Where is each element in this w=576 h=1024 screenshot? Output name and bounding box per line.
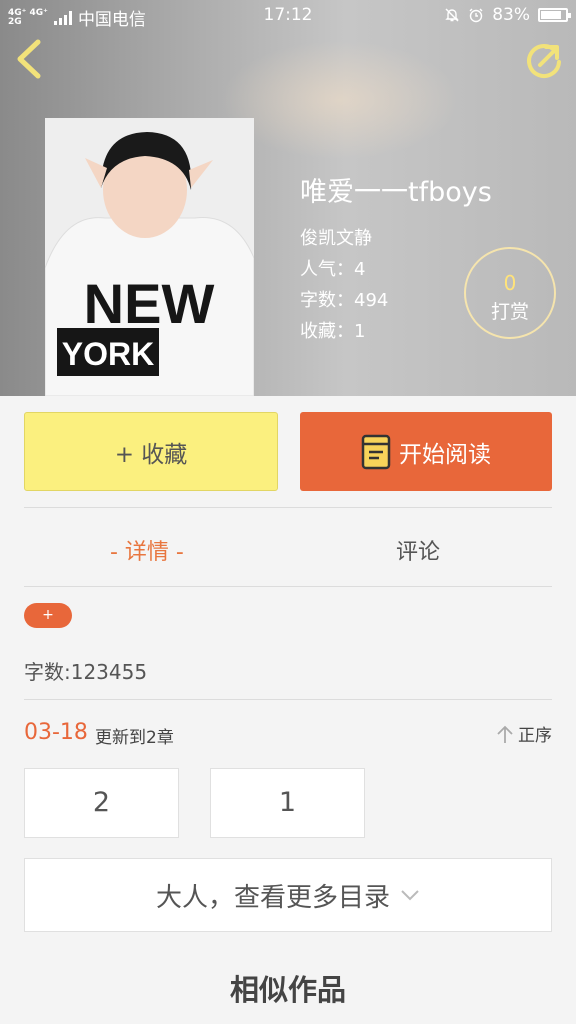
sort-order-button[interactable]: 正序 — [496, 721, 552, 746]
tab-comment[interactable]: 评论 — [396, 534, 440, 566]
start-reading-label: 开始阅读 — [399, 441, 491, 468]
battery-icon — [538, 8, 571, 22]
book-title: 唯爱一一tfboys — [300, 177, 492, 208]
svg-text:YORK: YORK — [62, 336, 154, 372]
status-right: 83% — [444, 5, 571, 25]
book-header: 4G⁺ 4G⁺ 2G 中国电信 17:12 83% NEW YORK 唯爱一一t… — [0, 0, 576, 396]
update-text: 更新到2章 — [95, 728, 174, 748]
detail-tabs: - 详情 - 评论 — [0, 508, 576, 586]
update-date: 03-18 — [24, 720, 88, 745]
add-tag-button[interactable]: + — [24, 603, 72, 628]
total-word-count: 字数:123455 — [24, 660, 148, 684]
mute-icon — [445, 8, 459, 22]
similar-works-heading: 相似作品 — [229, 973, 346, 1007]
status-bar: 4G⁺ 4G⁺ 2G 中国电信 17:12 83% — [0, 0, 576, 30]
book-author[interactable]: 俊凯文静 — [300, 223, 492, 254]
add-favorite-button[interactable]: + 收藏 — [24, 412, 278, 491]
arrow-up-icon — [497, 725, 513, 743]
book-word-count: 字数：494 — [300, 290, 389, 311]
start-reading-button[interactable]: 开始阅读 — [300, 412, 552, 491]
back-arrow-icon[interactable] — [10, 36, 50, 82]
more-catalog-button[interactable]: 大人，查看更多目录 — [24, 858, 552, 932]
divider — [24, 586, 552, 587]
tip-count: 0 — [503, 271, 517, 295]
add-favorite-label: + 收藏 — [114, 441, 188, 468]
divider — [24, 699, 552, 700]
battery-percent: 83% — [492, 5, 530, 25]
svg-text:NEW: NEW — [84, 272, 215, 335]
book-favorites: 收藏：1 — [300, 321, 366, 342]
book-icon — [361, 434, 391, 469]
tip-button[interactable]: 0 打赏 — [464, 247, 556, 339]
share-icon[interactable] — [522, 38, 566, 82]
sort-order-label: 正序 — [518, 726, 552, 746]
chapter-item[interactable]: 2 — [24, 768, 179, 838]
chapter-item[interactable]: 1 — [210, 768, 365, 838]
book-popularity: 人气：4 — [300, 259, 366, 280]
tab-detail[interactable]: - 详情 - — [110, 534, 184, 566]
book-cover-image: NEW YORK — [45, 118, 254, 396]
book-info: 唯爱一一tfboys 俊凯文静 人气：4 字数：494 收藏：1 — [300, 170, 492, 347]
tip-label: 打赏 — [490, 301, 529, 323]
more-catalog-label: 大人，查看更多目录 — [155, 882, 390, 913]
chevron-down-icon — [401, 890, 419, 901]
alarm-icon — [469, 8, 483, 23]
